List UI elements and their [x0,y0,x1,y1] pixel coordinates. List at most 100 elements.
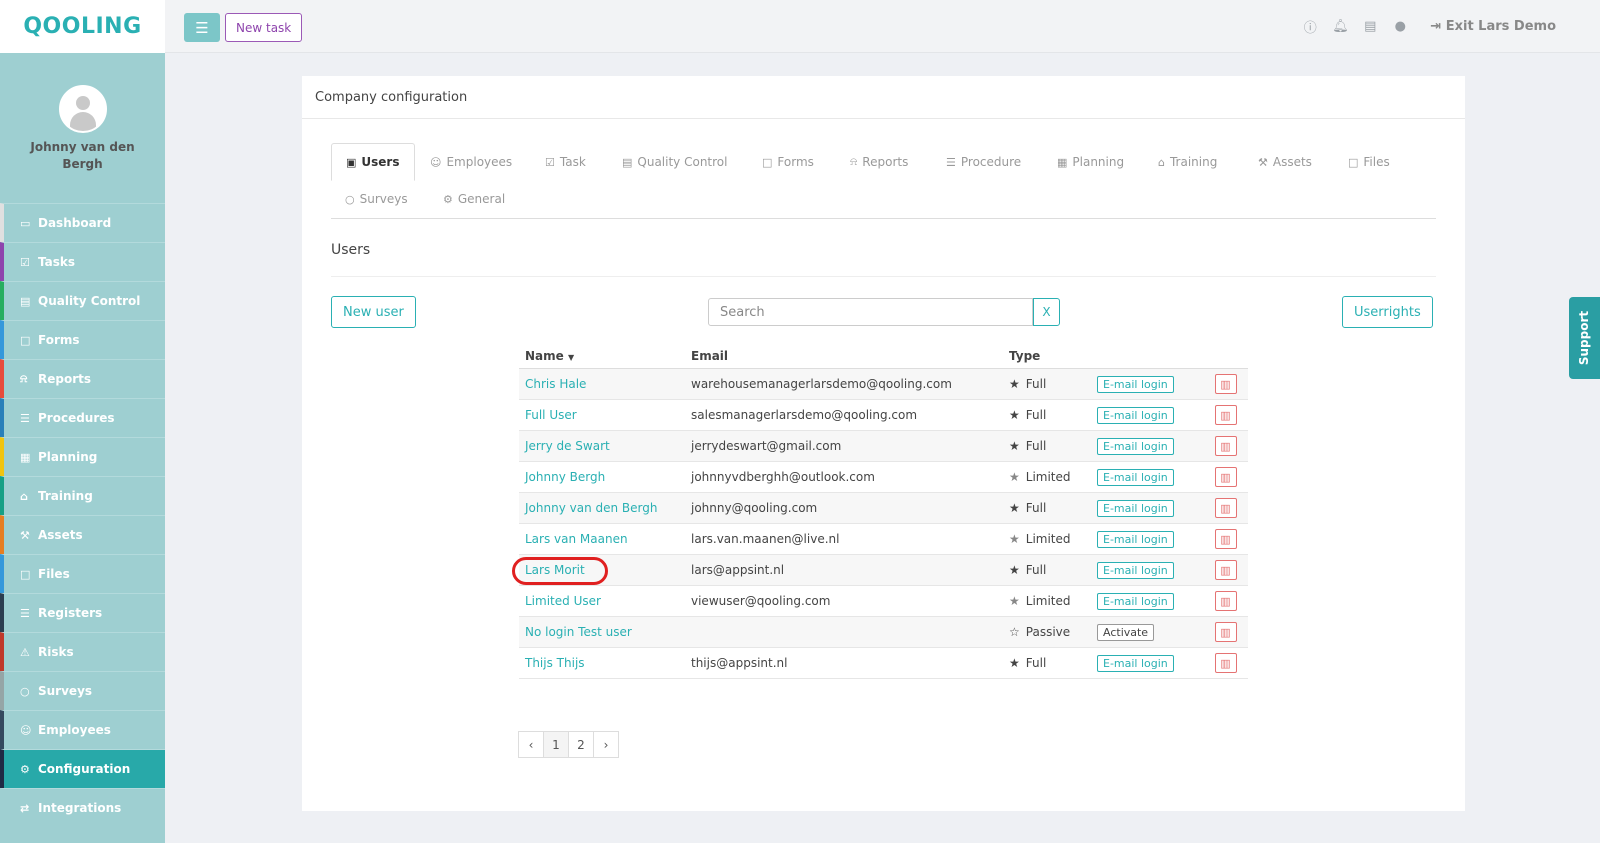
tab-users[interactable]: ▣ Users [331,143,415,181]
delete-button[interactable]: ▥ [1214,374,1237,394]
user-name-link[interactable]: Johnny van den Bergh [525,501,657,515]
user-name-link[interactable]: Full User [525,408,577,422]
pagination-prev[interactable]: ‹ [518,731,544,758]
search-input[interactable] [708,298,1033,326]
sort-caret-icon: ▼ [567,353,575,362]
star-half-icon: ★ [1009,470,1020,484]
user-name-link[interactable]: No login Test user [525,625,632,639]
delete-button[interactable]: ▥ [1214,529,1237,549]
email-login-button[interactable]: E-mail login [1097,530,1174,548]
sidebar-item-reports[interactable]: ⍾ Reports [0,359,165,398]
book-icon[interactable]: ▤ [1362,19,1378,34]
userrights-button[interactable]: Userrights [1342,296,1433,328]
profile-name: Johnny van den Bergh [30,140,135,171]
hamburger-icon: ☰ [195,18,209,37]
tab-task[interactable]: ☑ Task [531,143,600,181]
sidebar-item-tasks[interactable]: ☑ Tasks [0,242,165,281]
pagination-next[interactable]: › [593,731,619,758]
tab-general[interactable]: ⚙ General [429,180,519,218]
tab-label: Training [1169,155,1218,169]
delete-button[interactable]: ▥ [1214,653,1237,673]
trash-icon: ▥ [1220,377,1231,391]
tab-planning[interactable]: ▦ Planning [1043,143,1138,181]
user-name-link[interactable]: Thijs Thijs [525,656,585,670]
sidebar-item-label: Assets [38,528,83,542]
tab-employees[interactable]: ☺ Employees [416,143,526,181]
delete-button[interactable]: ▥ [1214,436,1237,456]
list-icon: ☰ [20,606,30,620]
pagination-page[interactable]: 2 [568,731,594,758]
tab-forms[interactable]: □ Forms [748,143,828,181]
user-type-label: Full [1025,656,1047,670]
sidebar-item-integrations[interactable]: ⇄ Integrations [0,788,165,827]
highlight-circle [512,557,608,585]
activate-button[interactable]: Activate [1097,623,1155,641]
email-login-button[interactable]: E-mail login [1097,468,1174,486]
email-login-button[interactable]: E-mail login [1097,375,1174,393]
sidebar-item-risks[interactable]: ⚠ Risks [0,632,165,671]
sidebar-item-employees[interactable]: ☺ Employees [0,710,165,749]
book-icon: ▤ [20,294,31,308]
pagination-page[interactable]: 1 [543,731,569,758]
sidebar-item-configuration[interactable]: ⚙ Configuration [0,749,165,788]
new-user-button[interactable]: New user [331,296,416,328]
sidebar-item-procedures[interactable]: ☰ Procedures [0,398,165,437]
user-name-link[interactable]: Johnny Bergh [525,470,605,484]
delete-button[interactable]: ▥ [1214,591,1237,611]
user-name-link[interactable]: Chris Hale [525,377,586,391]
sidebar-item-planning[interactable]: ▦ Planning [0,437,165,476]
table-row: Limited User viewuser@qooling.com ★ Limited… [519,586,1248,617]
sidebar-item-registers[interactable]: ☰ Registers [0,593,165,632]
email-login-button[interactable]: E-mail login [1097,437,1174,455]
bell-icon: ⍾ [850,155,858,168]
user-email: warehousemanagerlarsdemo@qooling.com [691,377,952,391]
email-login-button[interactable]: E-mail login [1097,561,1174,579]
tab-training[interactable]: ⌂ Training [1144,143,1231,181]
user-name-link[interactable]: Limited User [525,594,601,608]
tab-assets[interactable]: ⚒ Assets [1244,143,1326,181]
sidebar-item-quality-control[interactable]: ▤ Quality Control [0,281,165,320]
tab-label: Users [361,155,400,169]
menu-toggle-button[interactable]: ☰ [184,13,220,42]
new-task-button[interactable]: New task [225,13,303,42]
sidebar-item-training[interactable]: ⌂ Training [0,476,165,515]
avatar[interactable] [58,85,107,133]
tab-reports[interactable]: ⍾ Reports [836,143,922,181]
tab-files[interactable]: □ Files [1334,143,1404,181]
name-column-header[interactable]: Name ▼ [519,349,685,363]
delete-button[interactable]: ▥ [1214,498,1237,518]
delete-button[interactable]: ▥ [1214,560,1237,580]
user-icon[interactable]: ● [1392,19,1408,34]
delete-button[interactable]: ▥ [1214,405,1237,425]
search-clear-button[interactable]: X [1033,298,1060,326]
exit-demo-link[interactable]: ⇥ Exit Lars Demo [1430,19,1556,34]
table-row: No login Test user ☆ Passive Activate ▥ [519,617,1248,648]
user-email: johnnyvdberghh@outlook.com [691,470,875,484]
email-login-button[interactable]: E-mail login [1097,499,1174,517]
tab-surveys[interactable]: ○ Surveys [331,180,422,218]
help-icon[interactable]: ⓘ [1302,17,1318,36]
delete-button[interactable]: ▥ [1214,622,1237,642]
email-login-button[interactable]: E-mail login [1097,592,1174,610]
sidebar-item-files[interactable]: □ Files [0,554,165,593]
sidebar-item-dashboard[interactable]: ▭ Dashboard [0,203,165,242]
trash-icon: ▥ [1220,408,1231,422]
user-name-link[interactable]: Jerry de Swart [525,439,610,453]
type-column-header: Type [1009,349,1041,363]
monitor-icon: ▭ [20,216,31,230]
list-icon: ☰ [20,411,30,425]
logo[interactable]: QOOLING [0,0,165,53]
tab-quality-control[interactable]: ▤ Quality Control [608,143,741,181]
trash-icon: ▥ [1220,439,1231,453]
sidebar-item-assets[interactable]: ⚒ Assets [0,515,165,554]
pagination: ‹ 1 2 › [518,731,619,758]
email-login-button[interactable]: E-mail login [1097,654,1174,672]
email-login-button[interactable]: E-mail login [1097,406,1174,424]
sidebar-item-forms[interactable]: □ Forms [0,320,165,359]
bell-icon[interactable]: 🔔︎ [1332,19,1349,34]
delete-button[interactable]: ▥ [1214,467,1237,487]
support-tab[interactable]: Support [1569,297,1600,379]
sidebar-item-surveys[interactable]: ○ Surveys [0,671,165,710]
user-name-link[interactable]: Lars van Maanen [525,532,628,546]
tab-procedure[interactable]: ☰ Procedure [932,143,1035,181]
